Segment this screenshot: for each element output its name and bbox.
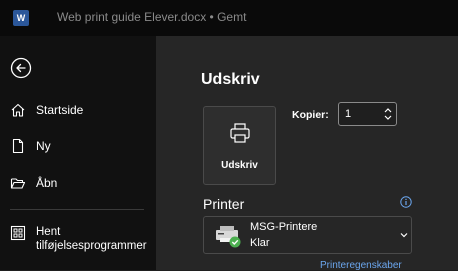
print-pane: Udskriv Udskriv Kopier: 1 Printer MSG-Pr… — [156, 36, 458, 271]
copies-label: Kopier: — [292, 109, 329, 121]
copies-spinner-icon[interactable] — [383, 105, 393, 123]
info-icon[interactable] — [400, 196, 412, 208]
back-arrow-icon[interactable] — [10, 57, 32, 79]
new-document-icon — [12, 138, 24, 154]
sidebar-item-label: Ny — [36, 139, 51, 153]
home-icon — [11, 103, 25, 117]
print-button-label: Udskriv — [221, 160, 258, 171]
sidebar-item-startside[interactable]: Startside — [10, 102, 83, 118]
backstage-sidebar: Startside Ny Åbn Hent tilføjelsesprogram… — [0, 36, 156, 270]
document-title: Web print guide Elever.docx • Gemt — [57, 10, 247, 24]
printer-icon — [230, 123, 250, 143]
sidebar-item-label: Startside — [36, 103, 84, 117]
sidebar-item-ny[interactable]: Ny — [10, 138, 51, 154]
title-bar: W Web print guide Elever.docx • Gemt — [0, 0, 458, 36]
chevron-down-icon — [400, 233, 408, 238]
print-button[interactable]: Udskriv — [203, 106, 276, 185]
addins-icon — [10, 225, 26, 241]
sidebar-divider — [10, 209, 144, 210]
sidebar-item-hent-tilfoejelser[interactable]: Hent tilføjelsesprogrammer — [10, 225, 147, 253]
printer-name: MSG-Printere — [250, 221, 318, 233]
network-printer-icon — [216, 226, 241, 248]
word-logo-icon: W — [13, 10, 29, 26]
sidebar-item-label: Åbn — [36, 176, 58, 190]
open-folder-icon — [10, 178, 26, 189]
printer-dropdown[interactable]: MSG-Printere Klar — [203, 216, 412, 254]
printer-status: Klar — [250, 237, 270, 249]
sidebar-item-aabn[interactable]: Åbn — [10, 175, 57, 191]
sidebar-item-label: Hent tilføjelsesprogrammer — [36, 226, 147, 252]
page-title: Udskriv — [201, 71, 260, 88]
printer-section-title: Printer — [203, 196, 245, 212]
printer-properties-link[interactable]: Printeregenskaber — [320, 260, 402, 271]
